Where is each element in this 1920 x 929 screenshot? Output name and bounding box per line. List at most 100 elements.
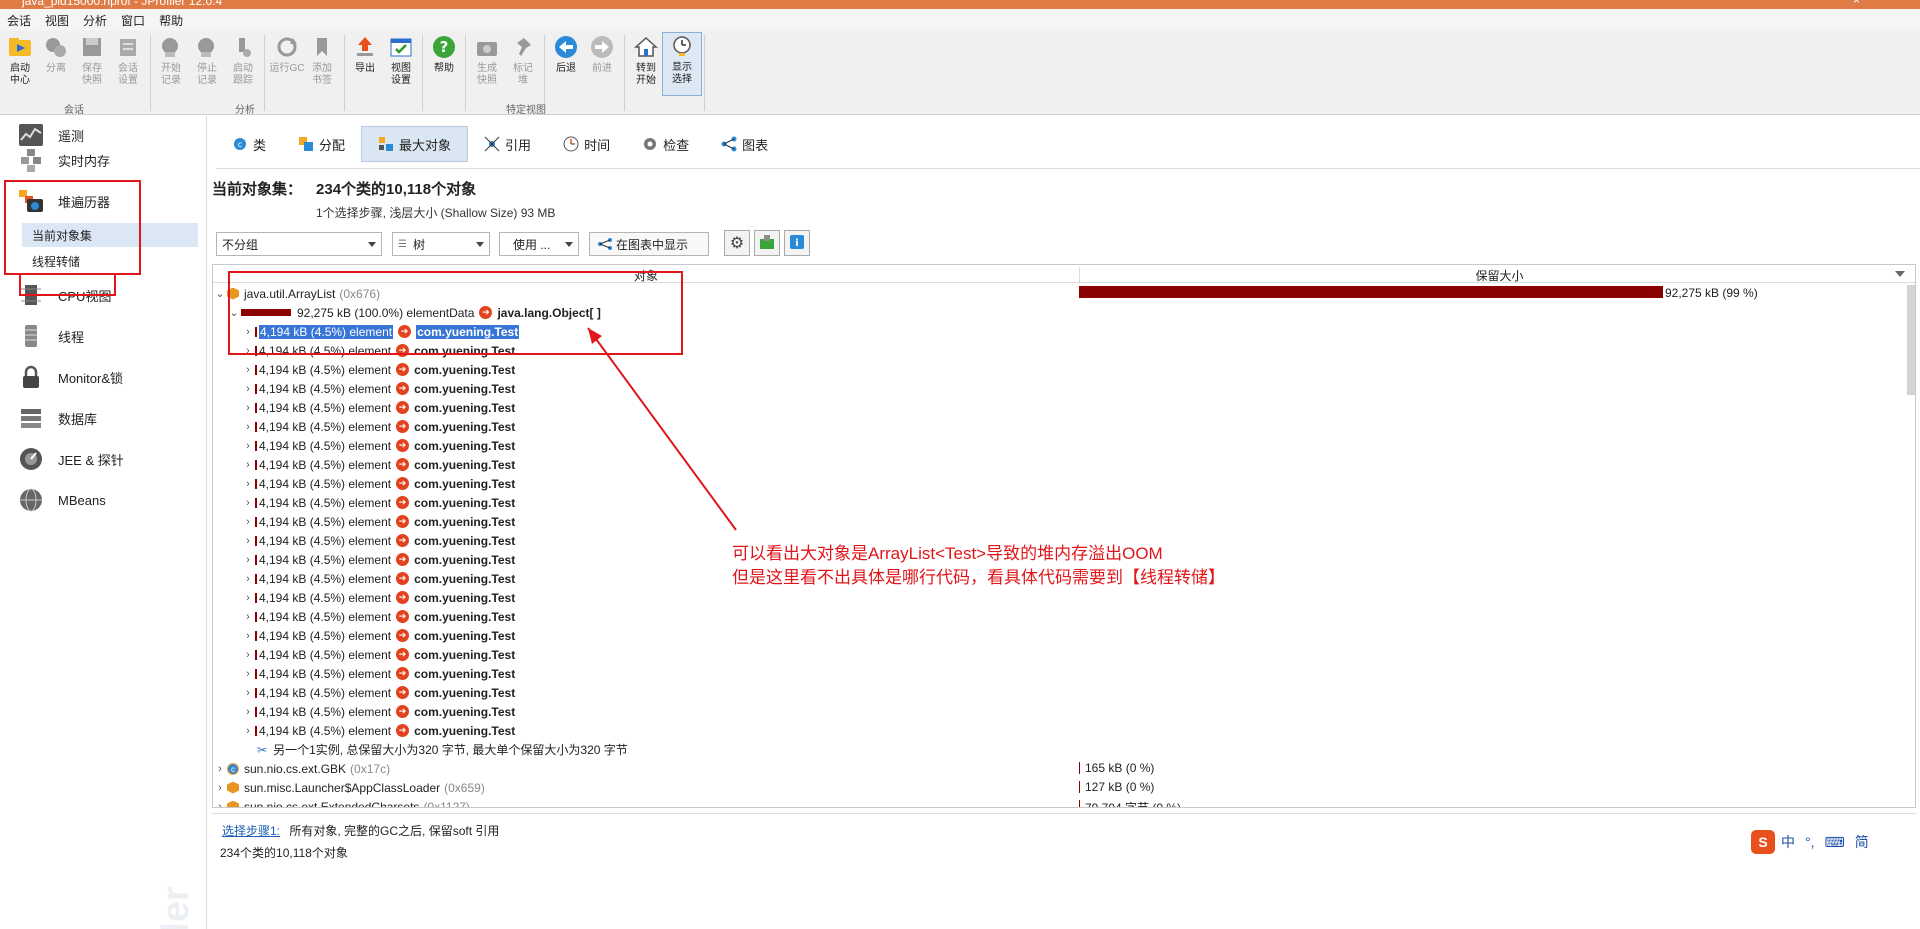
tree-row-element[interactable]: › 4,194 kB (4.5%) element ➔ com.yuening.Tes… — [213, 607, 1915, 626]
tree-row-element[interactable]: › 4,194 kB (4.5%) element ➔ com.yuening.Tes… — [213, 398, 1915, 417]
tree-row-element[interactable]: › 4,194 kB (4.5%) element ➔ com.yuening.Tes… — [213, 493, 1915, 512]
sort-descending-icon[interactable] — [1895, 271, 1905, 277]
chevron-down-icon[interactable]: ⌄ — [227, 306, 241, 319]
tree-row-element[interactable]: › 4,194 kB (4.5%) element ➔ com.yuening.Tes… — [213, 322, 1915, 341]
tree-row-element[interactable]: › 4,194 kB (4.5%) element ➔ com.yuening.Tes… — [213, 455, 1915, 474]
chevron-right-icon[interactable]: › — [241, 440, 255, 452]
menu-view[interactable]: 视图 — [38, 12, 76, 29]
chevron-right-icon[interactable]: › — [241, 687, 255, 699]
view-settings-button[interactable]: 视图 设置 — [381, 34, 421, 87]
tree-row-element[interactable]: › 4,194 kB (4.5%) element ➔ com.yuening.Tes… — [213, 721, 1915, 740]
export-button[interactable]: 导出 — [345, 34, 385, 75]
start-recording-button[interactable]: 开始 记录 — [151, 34, 191, 87]
grouping-select[interactable]: 不分组 — [216, 232, 382, 256]
tree-row-element[interactable]: › 4,194 kB (4.5%) element ➔ com.yuening.Tes… — [213, 626, 1915, 645]
sidebar-subitem-thread-dump[interactable]: 线程转储 — [22, 249, 80, 273]
settings-gear-button[interactable]: ⚙ — [724, 230, 750, 256]
tree-row-object[interactable]: › sun.misc.Launcher$AppClassLoader (0x659)… — [213, 778, 1915, 797]
help-button[interactable]: ? 帮助 — [424, 34, 464, 75]
tree-row-more-instances[interactable]: ✂ 另一个1实例, 总保留大小为320 字节, 最大单个保留大小为320 字节 — [213, 740, 1915, 759]
ime-punctuation[interactable]: °, — [1805, 834, 1815, 850]
chevron-right-icon[interactable]: › — [241, 668, 255, 680]
tree-row-object[interactable]: › sun.nio.cs.ext.ExtendedCharsets (0x1127)… — [213, 797, 1915, 807]
show-in-graph-button[interactable]: 在图表中显示 — [589, 232, 709, 256]
chevron-right-icon[interactable]: › — [241, 478, 255, 490]
chevron-right-icon[interactable]: › — [241, 630, 255, 642]
tab-graph[interactable]: 图表 — [705, 126, 784, 162]
chevron-right-icon[interactable]: › — [241, 554, 255, 566]
chevron-right-icon[interactable]: › — [241, 535, 255, 547]
chevron-right-icon[interactable]: › — [241, 573, 255, 585]
go-to-start-button[interactable]: 转到 开始 — [626, 34, 666, 87]
menu-window[interactable]: 窗口 — [114, 12, 152, 29]
tree-row-element[interactable]: › 4,194 kB (4.5%) element ➔ com.yuening.Tes… — [213, 474, 1915, 493]
tab-classes[interactable]: c 类 — [216, 126, 282, 162]
tree-row-elementdata[interactable]: ⌄ 92,275 kB (100.0%) elementData ➔ java.… — [213, 303, 1915, 322]
tree-row-element[interactable]: › 4,194 kB (4.5%) element ➔ com.yuening.Tes… — [213, 360, 1915, 379]
detach-button[interactable]: 分离 — [36, 34, 76, 75]
chevron-right-icon[interactable]: › — [241, 706, 255, 718]
sidebar-item-mbeans[interactable]: MBeans — [16, 482, 106, 518]
chevron-right-icon[interactable]: › — [241, 725, 255, 737]
tab-time[interactable]: 时间 — [547, 126, 626, 162]
ime-toolbar[interactable]: S 中 °, ⌨ 简 — [1751, 830, 1879, 854]
tree-row-element[interactable]: › 4,194 kB (4.5%) element ➔ com.yuening.Tes… — [213, 664, 1915, 683]
menu-session[interactable]: 会话 — [0, 12, 38, 29]
chevron-right-icon[interactable]: › — [241, 516, 255, 528]
mark-heap-button[interactable]: 标记 堆 — [503, 34, 543, 87]
biggest-objects-tree[interactable]: 对象 保留大小 ⌄ java.util.ArrayList (0x676) 92… — [212, 264, 1916, 808]
stop-recording-button[interactable]: 停止 记录 — [187, 34, 227, 87]
add-bookmark-button[interactable]: 添加 书签 — [302, 34, 342, 87]
tree-row-element[interactable]: › 4,194 kB (4.5%) element ➔ com.yuening.Tes… — [213, 588, 1915, 607]
tab-allocations[interactable]: 分配 — [282, 126, 361, 162]
chevron-right-icon[interactable]: › — [241, 421, 255, 433]
tab-biggest-objects[interactable]: 最大对象 — [361, 126, 469, 162]
keyboard-icon[interactable]: ⌨ — [1825, 834, 1845, 851]
vertical-scrollbar[interactable] — [1907, 285, 1915, 395]
chevron-right-icon[interactable]: › — [241, 649, 255, 661]
start-center-button[interactable]: 启动 中心 — [0, 34, 40, 87]
tree-row-element[interactable]: › 4,194 kB (4.5%) element ➔ com.yuening.Tes… — [213, 702, 1915, 721]
sidebar-item-database[interactable]: 数据库 — [16, 400, 97, 436]
ime-chinese-mode[interactable]: 中 — [1781, 832, 1795, 852]
chevron-right-icon[interactable]: › — [241, 611, 255, 623]
tab-inspections[interactable]: 检查 — [626, 126, 705, 162]
show-selection-button[interactable]: 显示 选择 — [662, 32, 702, 96]
use-select[interactable]: 使用 ... — [499, 232, 579, 256]
info-button[interactable]: i — [784, 230, 810, 256]
tree-row-element[interactable]: › 4,194 kB (4.5%) element ➔ com.yuening.Tes… — [213, 436, 1915, 455]
sidebar-subitem-current-object-set[interactable]: 当前对象集 — [22, 223, 198, 247]
tree-row-element[interactable]: › 4,194 kB (4.5%) element ➔ com.yuening.Tes… — [213, 379, 1915, 398]
tab-references[interactable]: 引用 — [468, 126, 547, 162]
back-button[interactable]: 后退 — [546, 34, 586, 75]
sidebar-item-cpu-views[interactable]: CPU视图 — [16, 277, 111, 313]
chevron-right-icon[interactable]: › — [213, 782, 227, 794]
save-snapshot-button[interactable]: 保存 快照 — [72, 34, 112, 87]
chevron-right-icon[interactable]: › — [241, 402, 255, 414]
tree-row-element[interactable]: › 4,194 kB (4.5%) element ➔ com.yuening.Tes… — [213, 645, 1915, 664]
chevron-right-icon[interactable]: › — [241, 459, 255, 471]
chevron-right-icon[interactable]: › — [241, 364, 255, 376]
sidebar-item-heap-walker[interactable]: 堆遍历器 — [16, 183, 110, 219]
chevron-right-icon[interactable]: › — [241, 383, 255, 395]
close-window-button[interactable]: × — [1853, 0, 1860, 7]
menu-analyze[interactable]: 分析 — [76, 12, 114, 29]
selection-step-link[interactable]: 选择步骤1: — [222, 824, 280, 838]
chevron-right-icon[interactable]: › — [241, 326, 255, 338]
chevron-right-icon[interactable]: › — [241, 497, 255, 509]
view-mode-select[interactable]: ☰ 树 — [392, 232, 490, 256]
chevron-right-icon[interactable]: › — [241, 345, 255, 357]
tree-row-object[interactable]: › c sun.nio.cs.ext.GBK (0x17c) 165 kB (0 %) — [213, 759, 1915, 778]
sidebar-item-jee-probes[interactable]: JEE & 探针 — [16, 441, 124, 477]
ime-simplified[interactable]: 简 — [1855, 832, 1869, 852]
chevron-right-icon[interactable]: › — [241, 592, 255, 604]
sidebar-item-threads[interactable]: 线程 — [16, 318, 84, 354]
tree-row-root[interactable]: ⌄ java.util.ArrayList (0x676) 92,275 kB … — [213, 284, 1915, 303]
chevron-right-icon[interactable]: › — [213, 763, 227, 775]
generate-snapshot-button[interactable]: 生成 快照 — [467, 34, 507, 87]
export-tree-button[interactable] — [754, 230, 780, 256]
sidebar-item-monitor-lock[interactable]: Monitor&锁 — [16, 359, 123, 395]
chevron-down-icon[interactable]: ⌄ — [213, 287, 227, 300]
start-tracking-button[interactable]: 启动 跟踪 — [223, 34, 263, 87]
menu-help[interactable]: 帮助 — [152, 12, 190, 29]
